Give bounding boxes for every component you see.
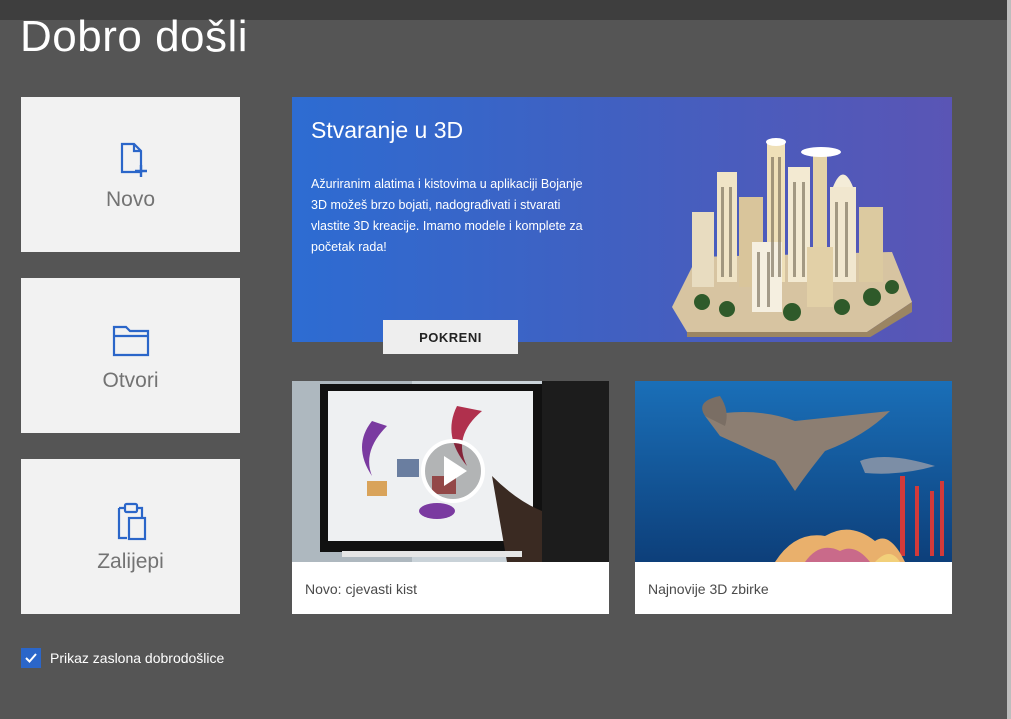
folder-icon bbox=[112, 325, 149, 356]
open-button[interactable]: Otvori bbox=[21, 278, 240, 433]
paste-button[interactable]: Zalijepi bbox=[21, 459, 240, 614]
3d-collections-card[interactable]: Najnovije 3D zbirke bbox=[635, 381, 952, 614]
video-card-caption: Novo: cjevasti kist bbox=[305, 581, 418, 597]
paste-icon bbox=[117, 502, 146, 540]
tube-brush-video-card[interactable]: Novo: cjevasti kist bbox=[292, 381, 609, 614]
video-thumbnail bbox=[292, 381, 609, 562]
hero-description: Ažuriranim alatima i kistovima u aplikac… bbox=[311, 177, 583, 254]
show-welcome-label: Prikaz zaslona dobrodošlice bbox=[50, 650, 225, 666]
new-button[interactable]: Novo bbox=[21, 97, 240, 252]
show-welcome-checkbox[interactable]: Prikaz zaslona dobrodošlice bbox=[21, 648, 224, 668]
new-button-label: Novo bbox=[105, 187, 156, 211]
checkbox-checked[interactable] bbox=[21, 648, 41, 668]
window-edge bbox=[1007, 0, 1011, 719]
3d-city-model-image bbox=[672, 138, 912, 337]
checkmark-icon bbox=[25, 653, 37, 663]
open-button-label: Otvori bbox=[102, 368, 159, 392]
page-title: Dobro došli bbox=[20, 12, 249, 61]
collections-card-caption: Najnovije 3D zbirke bbox=[648, 581, 769, 597]
start-button[interactable]: POKRENI bbox=[383, 320, 518, 354]
new-file-icon bbox=[120, 142, 147, 177]
hero-banner[interactable]: Stvaranje u 3D Ažuriranim alatima i kist… bbox=[292, 97, 952, 342]
underwater-scene-image bbox=[635, 381, 952, 562]
hero-title: Stvaranje u 3D bbox=[311, 117, 464, 143]
paste-button-label: Zalijepi bbox=[97, 549, 164, 573]
